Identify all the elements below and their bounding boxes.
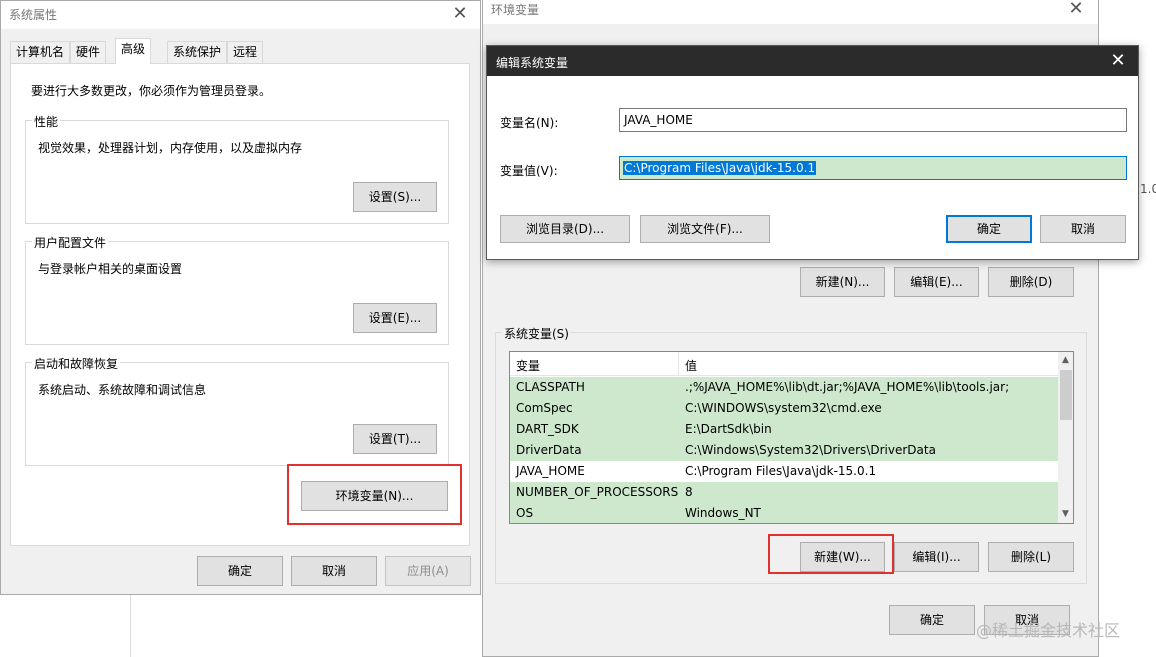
tab-label: 系统保护 <box>173 45 222 59</box>
tab-label: 计算机名 <box>16 45 65 59</box>
variable-value: C:\Program Files\Java\jdk-15.0.1 <box>685 464 877 478</box>
variable-value: E:\DartSdk\bin <box>685 422 772 436</box>
system-properties-window: 系统属性 ✕ 计算机名 硬件 高级 系统保护 远程 要进行大多数更改，你必须作为… <box>0 0 481 595</box>
table-row[interactable]: JAVA_HOME C:\Program Files\Java\jdk-15.0.… <box>510 461 1058 482</box>
scroll-up-icon[interactable]: ▲ <box>1062 355 1069 365</box>
window-title: 系统属性 <box>9 8 58 22</box>
table-row[interactable]: ComSpec C:\WINDOWS\system32\cmd.exe <box>510 398 1058 419</box>
background-edge-text: 1.0 <box>1140 182 1156 196</box>
scroll-thumb[interactable] <box>1060 370 1072 420</box>
column-header-variable[interactable]: 变量 <box>516 357 540 374</box>
column-header-value[interactable]: 值 <box>685 357 697 374</box>
variable-name: CLASSPATH <box>516 380 585 394</box>
tab-label: 硬件 <box>76 45 101 59</box>
system-delete-button[interactable]: 删除(L) <box>988 542 1074 572</box>
user-profile-group: 用户配置文件 与登录帐户相关的桌面设置 设置(E)... <box>25 234 449 345</box>
user-profile-desc: 与登录帐户相关的桌面设置 <box>38 262 183 276</box>
startup-recovery-desc: 系统启动、系统故障和调试信息 <box>38 383 207 397</box>
user-profile-label: 用户配置文件 <box>32 234 109 251</box>
tab-system-protection[interactable]: 系统保护 <box>167 41 228 63</box>
startup-recovery-group: 启动和故障恢复 系统启动、系统故障和调试信息 设置(T)... <box>25 355 449 466</box>
user-new-button[interactable]: 新建(N)... <box>800 267 885 297</box>
table-row[interactable]: DART_SDK E:\DartSdk\bin <box>510 419 1058 440</box>
column-divider <box>678 352 679 376</box>
variable-value: C:\WINDOWS\system32\cmd.exe <box>685 401 882 415</box>
startup-recovery-label: 启动和故障恢复 <box>32 355 121 372</box>
variable-name-field[interactable]: JAVA_HOME <box>619 108 1127 132</box>
performance-settings-button[interactable]: 设置(S)... <box>353 182 437 212</box>
close-icon[interactable]: ✕ <box>446 3 474 25</box>
scroll-down-icon[interactable]: ▼ <box>1062 509 1069 519</box>
close-icon[interactable]: ✕ <box>1104 50 1132 72</box>
tab-advanced[interactable]: 高级 <box>115 38 152 64</box>
edit-system-variable-dialog: 编辑系统变量 ✕ 变量名(N): JAVA_HOME 变量值(V): C:\Pr… <box>486 45 1139 260</box>
browse-directory-button[interactable]: 浏览目录(D)... <box>500 215 630 243</box>
system-variables-label: 系统变量(S) <box>502 325 571 342</box>
ok-button[interactable]: 确定 <box>889 605 975 635</box>
variable-name: DriverData <box>516 443 582 457</box>
environment-variables-titlebar: 环境变量 ✕ <box>483 0 1098 24</box>
performance-desc: 视觉效果，处理器计划，内存使用，以及虚拟内存 <box>38 141 303 155</box>
tab-label: 远程 <box>233 45 258 59</box>
dialog-title: 编辑系统变量 <box>496 56 569 70</box>
vertical-scrollbar[interactable]: ▲ ▼ <box>1058 352 1073 523</box>
tab-remote[interactable]: 远程 <box>227 41 264 63</box>
browse-file-button[interactable]: 浏览文件(F)... <box>640 215 770 243</box>
performance-label: 性能 <box>32 113 61 130</box>
system-properties-titlebar: 系统属性 ✕ <box>1 1 480 29</box>
performance-group: 性能 视觉效果，处理器计划，内存使用，以及虚拟内存 设置(S)... <box>25 113 449 224</box>
ok-button[interactable]: 确定 <box>946 215 1032 243</box>
variable-value: Windows_NT <box>685 506 761 520</box>
variable-name: ComSpec <box>516 401 573 415</box>
user-edit-button[interactable]: 编辑(E)... <box>894 267 979 297</box>
variable-value: 8 <box>685 485 693 499</box>
tab-hardware[interactable]: 硬件 <box>70 41 107 63</box>
table-row[interactable]: NUMBER_OF_PROCESSORS 8 <box>510 482 1058 503</box>
startup-recovery-settings-button[interactable]: 设置(T)... <box>353 424 437 454</box>
desktop-background <box>130 595 482 657</box>
variable-value: C:\Windows\System32\Drivers\DriverData <box>685 443 936 457</box>
variable-name: NUMBER_OF_PROCESSORS <box>516 485 679 499</box>
apply-button[interactable]: 应用(A) <box>385 556 471 586</box>
tab-page-advanced: 要进行大多数更改，你必须作为管理员登录。 性能 视觉效果，处理器计划，内存使用，… <box>10 63 470 546</box>
variable-name: DART_SDK <box>516 422 579 436</box>
system-edit-button[interactable]: 编辑(I)... <box>894 542 979 572</box>
user-profile-settings-button[interactable]: 设置(E)... <box>353 303 437 333</box>
table-row[interactable]: DriverData C:\Windows\System32\Drivers\Dr… <box>510 440 1058 461</box>
watermark: @稀土掘金技术社区 <box>976 621 1121 640</box>
close-icon[interactable]: ✕ <box>1062 0 1090 20</box>
dialog-titlebar: 编辑系统变量 ✕ <box>487 46 1138 76</box>
variable-name: JAVA_HOME <box>516 464 585 478</box>
variable-name-label: 变量名(N): <box>500 116 559 130</box>
variable-value-label: 变量值(V): <box>500 164 558 178</box>
admin-note: 要进行大多数更改，你必须作为管理员登录。 <box>31 84 272 98</box>
tab-computer-name[interactable]: 计算机名 <box>10 41 71 63</box>
variable-value-field[interactable]: C:\Program Files\Java\jdk-15.0.1 <box>619 156 1127 180</box>
table-row[interactable]: OS Windows_NT <box>510 503 1058 523</box>
window-title: 环境变量 <box>491 3 540 17</box>
table-row[interactable]: CLASSPATH .;%JAVA_HOME%\lib\dt.jar;%JAVA_… <box>510 377 1058 398</box>
cancel-button[interactable]: 取消 <box>1040 215 1126 243</box>
variable-value-text: C:\Program Files\Java\jdk-15.0.1 <box>623 161 817 175</box>
highlight-box <box>768 534 894 574</box>
variable-name: OS <box>516 506 534 520</box>
tab-label: 高级 <box>121 42 146 56</box>
ok-button[interactable]: 确定 <box>197 556 283 586</box>
dialog-body: 变量名(N): JAVA_HOME 变量值(V): C:\Program Fil… <box>487 76 1138 259</box>
cancel-button[interactable]: 取消 <box>291 556 377 586</box>
user-delete-button[interactable]: 删除(D) <box>988 267 1074 297</box>
list-header: 变量 值 <box>510 352 1058 376</box>
highlight-box <box>287 464 462 525</box>
variable-value: .;%JAVA_HOME%\lib\dt.jar;%JAVA_HOME%\lib… <box>685 380 1010 394</box>
system-variables-list[interactable]: 变量 值 CLASSPATH .;%JAVA_HOME%\lib\dt.jar;%… <box>509 351 1074 524</box>
